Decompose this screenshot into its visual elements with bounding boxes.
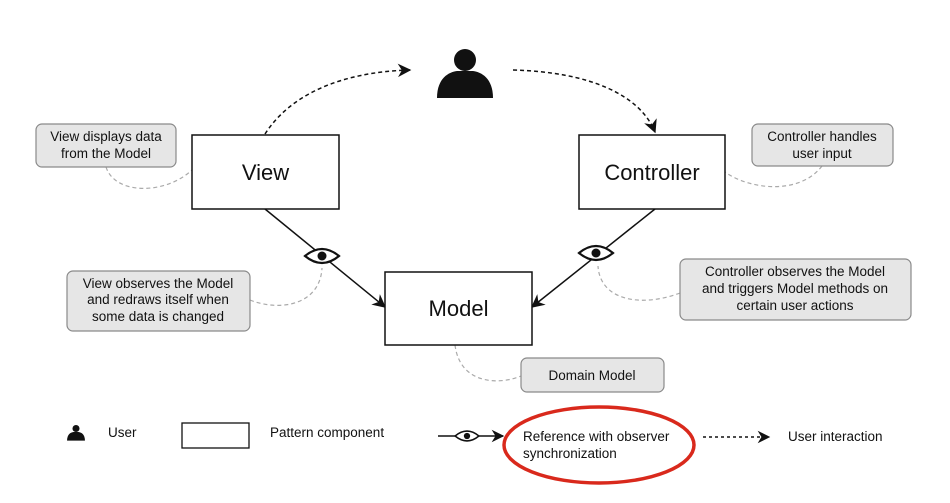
user-interaction-arrow-user-to-controller xyxy=(512,69,657,134)
leader-line xyxy=(105,166,193,189)
legend-pattern-component-box xyxy=(181,422,250,449)
note-domain-model: Domain Model xyxy=(520,357,665,393)
legend-user-label: User xyxy=(108,425,137,440)
model-label: Model xyxy=(429,296,489,321)
highlight-ellipse xyxy=(502,405,696,485)
note-line: some data is changed xyxy=(92,309,224,324)
legend: User Pattern component Reference with ob… xyxy=(67,405,883,485)
legend-user-icon xyxy=(67,425,85,441)
eye-icon xyxy=(577,244,615,262)
user-icon xyxy=(437,49,493,98)
legend-user-interaction-label: User interaction xyxy=(788,429,883,444)
eye-icon xyxy=(303,247,341,265)
note-view-displays: View displays data from the Model xyxy=(35,123,177,168)
view-component: View xyxy=(191,134,340,210)
note-line: from the Model xyxy=(61,146,151,161)
note-line: and redraws itself when xyxy=(87,292,229,307)
mvc-diagram: View Controller Model View displays data… xyxy=(35,49,912,485)
leader-line xyxy=(454,344,522,382)
note-line: Controller handles xyxy=(767,129,877,144)
note-line: certain user actions xyxy=(736,298,853,313)
view-label: View xyxy=(242,160,289,185)
leader-line xyxy=(597,265,681,301)
note-line: View displays data xyxy=(50,129,162,144)
legend-pattern-component-label: Pattern component xyxy=(270,425,384,440)
controller-label: Controller xyxy=(604,160,699,185)
controller-component: Controller xyxy=(578,134,726,210)
note-line: View observes the Model xyxy=(83,276,234,291)
leader-line xyxy=(249,267,323,306)
eye-icon xyxy=(454,430,480,442)
legend-observer-label: Reference with observer xyxy=(523,429,670,444)
legend-observer-label: synchronization xyxy=(523,446,617,461)
note-line: user input xyxy=(792,146,852,161)
user-interaction-arrow-view-to-user xyxy=(264,63,412,135)
note-view-observes: View observes the Model and redraws itse… xyxy=(66,270,251,332)
model-component: Model xyxy=(384,271,533,346)
note-controller-observes: Controller observes the Model and trigge… xyxy=(679,258,912,321)
note-line: Controller observes the Model xyxy=(705,264,885,279)
note-controller-handles: Controller handles user input xyxy=(751,123,894,167)
note-line: Domain Model xyxy=(548,368,635,383)
note-line: and triggers Model methods on xyxy=(702,281,888,296)
leader-line xyxy=(724,165,823,188)
